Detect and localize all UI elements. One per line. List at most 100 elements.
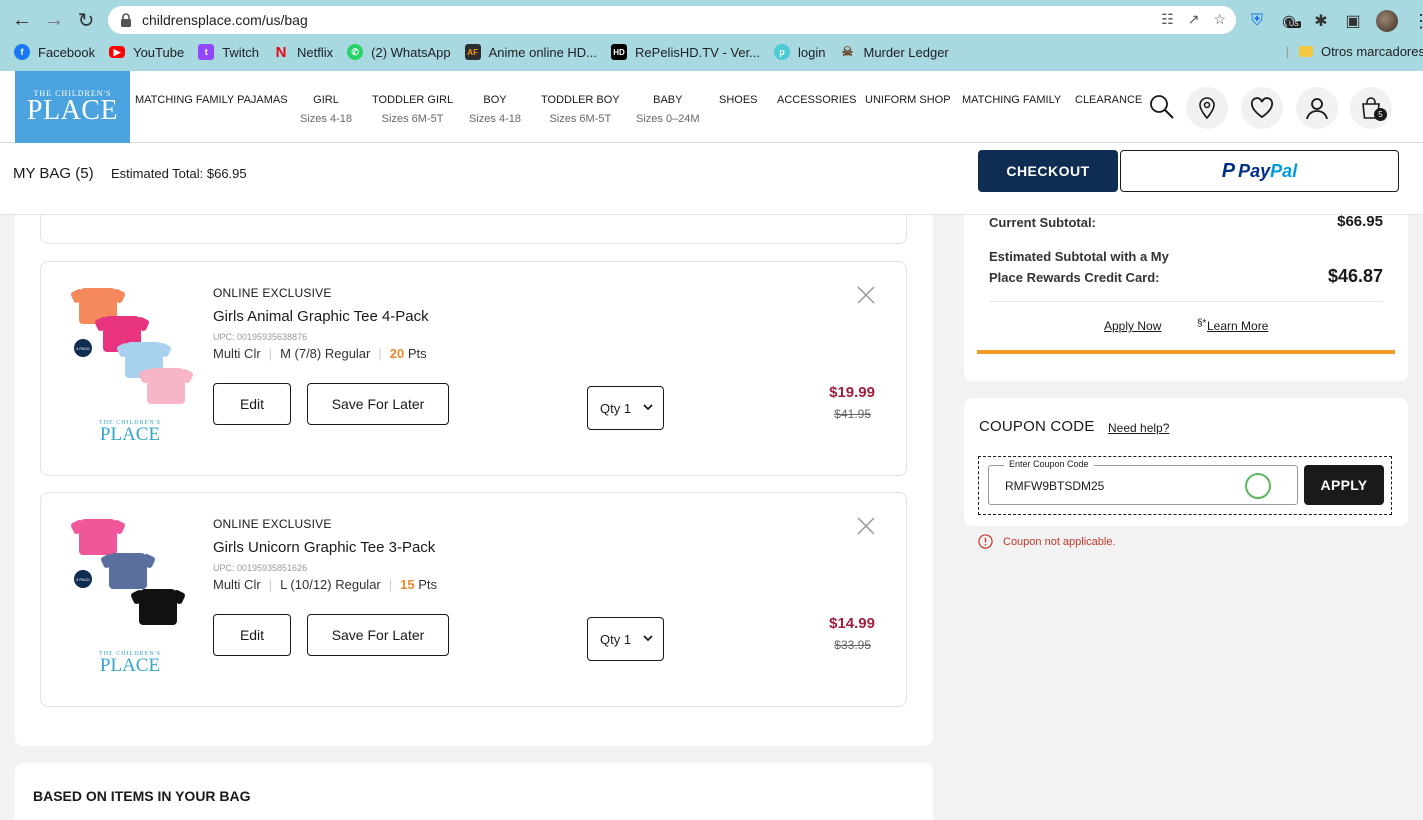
- paypal-button[interactable]: P Pay Pal: [1120, 150, 1399, 192]
- original-price: $33.95: [834, 638, 871, 652]
- coupon-panel: COUPON CODE Need help? Enter Coupon Code…: [964, 398, 1408, 526]
- nav-girl[interactable]: GIRL Sizes 4-18: [300, 94, 352, 125]
- youtube-icon: ▶: [109, 46, 126, 58]
- coupon-title: COUPON CODE: [979, 418, 1095, 435]
- hd-icon: HD: [611, 44, 628, 60]
- nav-matching-family[interactable]: MATCHING FAMILY: [962, 94, 1061, 106]
- tplink-icon: p: [774, 44, 791, 60]
- bookmarks-bar: f Facebook ▶ YouTube t Twitch N Netflix ✆ (2)…: [0, 40, 1423, 64]
- recommendations-panel: BASED ON ITEMS IN YOUR BAG: [15, 763, 933, 820]
- bookmark-whatsapp[interactable]: ✆ (2) WhatsApp: [347, 44, 451, 60]
- recommendations-title: BASED ON ITEMS IN YOUR BAG: [33, 788, 251, 804]
- site-logo[interactable]: THE CHILDREN'S PLACE: [15, 71, 130, 144]
- product-color: Multi Clr: [213, 577, 261, 592]
- twitch-icon: t: [198, 44, 215, 60]
- puzzle-extensions-icon[interactable]: ✱: [1312, 11, 1330, 31]
- user-icon: [1306, 98, 1328, 120]
- nav-toddler-boy[interactable]: TODDLER BOY Sizes 6M-5T: [541, 94, 620, 125]
- reload-icon[interactable]: ↻: [70, 4, 102, 36]
- coupon-code-input[interactable]: Enter Coupon Code RMFW9BTSDM25: [988, 459, 1298, 505]
- save-for-later-button[interactable]: Save For Later: [307, 383, 449, 425]
- heart-icon: [1250, 97, 1274, 119]
- edit-button[interactable]: Edit: [213, 614, 291, 656]
- bookmark-twitch[interactable]: t Twitch: [198, 44, 259, 60]
- product-image[interactable]: 4 PACK THE CHILDREN'S PLACE: [71, 282, 185, 445]
- search-icon[interactable]: [1148, 93, 1176, 121]
- coupon-field-label: Enter Coupon Code: [1004, 459, 1094, 469]
- forward-icon[interactable]: →: [38, 4, 70, 36]
- bookmark-anime[interactable]: AF Anime online HD...: [464, 44, 597, 60]
- remove-item-icon[interactable]: [856, 516, 876, 536]
- learn-more-disclaimer: §*: [1197, 318, 1207, 329]
- apply-coupon-button[interactable]: APPLY: [1304, 465, 1384, 505]
- bag-title: MY BAG (5): [13, 165, 94, 182]
- loading-ring-icon: [1245, 473, 1271, 499]
- nav-clearance[interactable]: CLEARANCE: [1075, 94, 1142, 106]
- paypal-logo-icon: P: [1221, 159, 1236, 182]
- need-help-link[interactable]: Need help?: [1108, 421, 1169, 435]
- bookmark-login[interactable]: p login: [774, 44, 825, 60]
- bookmark-youtube[interactable]: ▶ YouTube: [109, 45, 184, 60]
- nav-accessories[interactable]: ACCESSORIES: [777, 94, 856, 106]
- remove-item-icon[interactable]: [856, 285, 876, 305]
- other-bookmarks[interactable]: | Otros marcadores: [1286, 44, 1423, 59]
- cart-item-card: 4 PACK THE CHILDREN'S PLACE ONLINE EXCLUS…: [40, 261, 907, 476]
- coupon-field-value: RMFW9BTSDM25: [1005, 479, 1105, 493]
- nav-matching-family-pajamas[interactable]: MATCHING FAMILY PAJAMAS: [135, 94, 288, 106]
- bag-button[interactable]: 5: [1350, 87, 1392, 129]
- product-name[interactable]: Girls Unicorn Graphic Tee 3-Pack: [213, 539, 435, 556]
- quantity-select[interactable]: Qty 1: [587, 617, 664, 661]
- sale-price: $14.99: [829, 615, 875, 632]
- profile-avatar[interactable]: [1376, 10, 1398, 32]
- bookmark-netflix[interactable]: N Netflix: [273, 43, 334, 61]
- account-button[interactable]: [1296, 87, 1338, 129]
- menu-kebab-icon[interactable]: ⋮: [1412, 11, 1423, 32]
- bookmark-facebook[interactable]: f Facebook: [14, 44, 95, 60]
- translate-icon[interactable]: ☷: [1161, 11, 1174, 28]
- facebook-icon: f: [14, 44, 30, 60]
- product-upc: UPC: 00195935851626: [213, 563, 308, 573]
- whatsapp-icon: ✆: [347, 44, 364, 60]
- side-panel-icon[interactable]: ▣: [1344, 11, 1362, 31]
- cart-item-card: 3 PACK THE CHILDREN'S PLACE ONLINE EXCLUS…: [40, 492, 907, 707]
- shield-extension-icon[interactable]: ⛨: [1248, 12, 1266, 30]
- current-subtotal-label: Current Subtotal:: [989, 215, 1096, 230]
- animeflv-icon: AF: [464, 44, 481, 60]
- edit-button[interactable]: Edit: [213, 383, 291, 425]
- product-name[interactable]: Girls Animal Graphic Tee 4-Pack: [213, 308, 429, 325]
- apply-now-link[interactable]: Apply Now: [1104, 319, 1161, 333]
- site-header: THE CHILDREN'S PLACE MATCHING FAMILY PAJ…: [0, 71, 1423, 144]
- nav-uniform-shop[interactable]: UNIFORM SHOP: [865, 94, 951, 106]
- wishlist-button[interactable]: [1241, 87, 1283, 129]
- original-price: $41.95: [834, 407, 871, 421]
- checkout-button[interactable]: CHECKOUT: [978, 150, 1118, 192]
- netflix-icon: N: [275, 43, 287, 61]
- product-size: L (10/12) Regular: [280, 577, 381, 592]
- folder-icon: [1298, 46, 1313, 57]
- nav-toddler-girl[interactable]: TODDLER GIRL Sizes 6M-5T: [372, 94, 453, 125]
- back-icon[interactable]: ←: [6, 4, 38, 36]
- online-exclusive-badge: ONLINE EXCLUSIVE: [213, 517, 332, 531]
- brand-logo-small: THE CHILDREN'S PLACE: [99, 420, 161, 445]
- product-color: Multi Clr: [213, 346, 261, 361]
- save-for-later-button[interactable]: Save For Later: [307, 614, 449, 656]
- learn-more-link[interactable]: Learn More: [1207, 319, 1268, 333]
- store-locator-button[interactable]: [1186, 87, 1228, 129]
- address-bar[interactable]: childrensplace.com/us/bag ☷ ↗ ☆: [108, 6, 1236, 34]
- lock-icon: [121, 13, 131, 27]
- bookmark-murder-ledger[interactable]: ☠ Murder Ledger: [839, 44, 949, 60]
- rewards-accent-bar: [977, 350, 1395, 354]
- quantity-select[interactable]: Qty 1: [587, 386, 664, 430]
- vpn-extension-icon[interactable]: ◉US: [1280, 11, 1301, 31]
- share-icon[interactable]: ↗: [1188, 11, 1200, 28]
- address-row: ← → ↻ childrensplace.com/us/bag ☷ ↗ ☆ ⛨ …: [0, 4, 1423, 36]
- nav-baby[interactable]: BABY Sizes 0–24M: [636, 94, 700, 125]
- product-attributes: Multi Clr | L (10/12) Regular | 15 Pts: [213, 577, 438, 592]
- nav-shoes[interactable]: SHOES: [719, 94, 758, 106]
- nav-boy[interactable]: BOY Sizes 4-18: [469, 94, 521, 125]
- current-subtotal-value: $66.95: [1337, 213, 1383, 230]
- product-image[interactable]: 3 PACK THE CHILDREN'S PLACE: [71, 513, 181, 675]
- bookmark-repelis[interactable]: HD RePelisHD.TV - Ver...: [611, 44, 760, 60]
- bookmark-star-icon[interactable]: ☆: [1213, 11, 1226, 28]
- online-exclusive-badge: ONLINE EXCLUSIVE: [213, 286, 332, 300]
